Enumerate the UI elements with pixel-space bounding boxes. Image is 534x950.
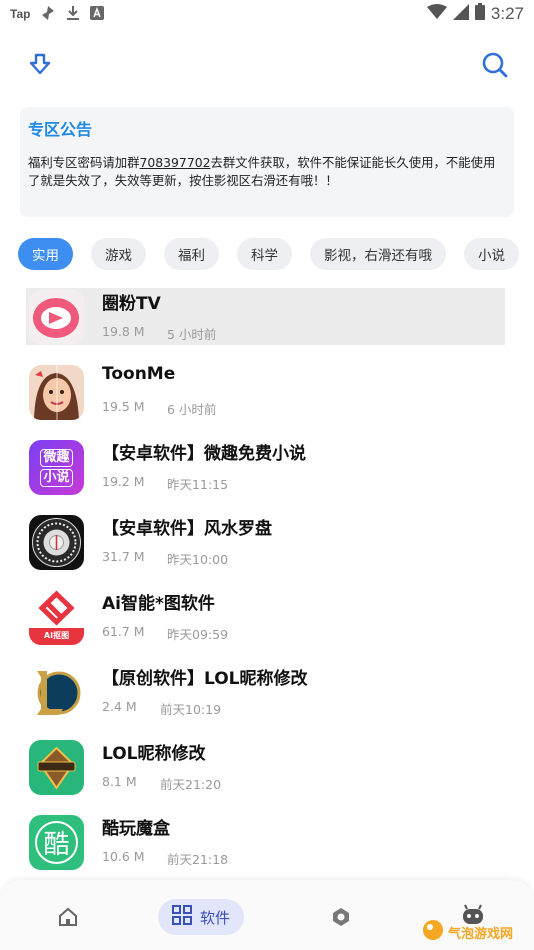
signal-icon: [452, 3, 469, 25]
app-time: 昨天10:00: [167, 552, 229, 567]
home-icon[interactable]: [57, 906, 79, 928]
bottom-nav: 软件 气泡游戏网: [0, 880, 534, 950]
app-size: 2.4 M: [102, 699, 137, 714]
list-item[interactable]: LOL昵称修改 8.1 M 前天21:20: [0, 738, 534, 813]
tab-practical[interactable]: 实用: [18, 238, 73, 270]
download-status-icon: [66, 5, 80, 24]
announcement-text-prefix: 福利专区密码请加群: [28, 155, 140, 170]
app-time: 前天21:20: [160, 777, 222, 792]
list-item[interactable]: 【原创软件】LOL昵称修改 2.4 M 前天10:19: [0, 663, 534, 738]
ai-icon-label: AI抠图: [43, 631, 70, 640]
kuwan-icon-glyph: 酷: [35, 821, 78, 864]
quanfen-tv-icon: [29, 290, 84, 345]
app-time: 5 小时前: [167, 327, 217, 342]
app-name: 圈粉TV: [102, 294, 161, 314]
group-number-link[interactable]: 708397702: [140, 155, 211, 170]
tab-welfare[interactable]: 福利: [164, 238, 219, 270]
app-time: 6 小时前: [167, 402, 217, 417]
tap-indicator: Tap: [10, 7, 31, 21]
app-size: 19.8 M: [102, 324, 145, 339]
watermark-logo: 气泡游戏网: [422, 918, 528, 946]
app-name: Ai智能*图软件: [102, 594, 215, 614]
discover-icon[interactable]: [330, 906, 352, 928]
announcement-title: 专区公告: [28, 120, 93, 139]
list-item[interactable]: 微趣 小说 【安卓软件】微趣免费小说 19.2 M 昨天11:15: [0, 438, 534, 513]
app-name: 【安卓软件】风水罗盘: [102, 519, 272, 539]
ai-cutout-icon: AI抠图: [29, 590, 84, 645]
weiqu-icon-text-2: 小说: [40, 468, 73, 487]
clock: 3:27: [490, 4, 524, 23]
announcement-body: 福利专区密码请加群708397702去群文件获取，软件不能保证能长久使用，不能使…: [28, 154, 506, 190]
app-size: 10.6 M: [102, 849, 145, 864]
app-name: 【安卓软件】微趣免费小说: [102, 444, 306, 464]
weiqu-novel-icon: 微趣 小说: [29, 440, 84, 495]
search-icon[interactable]: [480, 50, 510, 80]
top-toolbar: [0, 46, 534, 86]
category-tabs: 实用 游戏 福利 科学 影视，右滑还有哦 小说: [18, 238, 534, 270]
download-icon[interactable]: [26, 50, 54, 80]
app-size: 31.7 M: [102, 549, 145, 564]
grid-icon: [171, 905, 192, 929]
watermark-text: 气泡游戏网: [448, 926, 514, 942]
app-size: 61.7 M: [102, 624, 145, 639]
nav-software-tab[interactable]: 软件: [158, 899, 244, 935]
app-name: LOL昵称修改: [102, 744, 206, 764]
sync-icon: [40, 5, 56, 24]
kuwan-box-icon: 酷: [29, 815, 84, 870]
list-item[interactable]: ToonMe 19.5 M 6 小时前: [0, 363, 534, 438]
app-name: 酷玩魔盒: [102, 819, 170, 839]
app-size: 8.1 M: [102, 774, 137, 789]
tab-science[interactable]: 科学: [237, 238, 292, 270]
compass-icon: [29, 515, 84, 570]
app-time: 前天21:18: [167, 852, 229, 867]
announcement-card: 专区公告 福利专区密码请加群708397702去群文件获取，软件不能保证能长久使…: [20, 107, 514, 217]
bubble-logo-icon: [422, 919, 444, 945]
battery-icon: [474, 3, 485, 25]
nav-software-label: 软件: [199, 908, 230, 927]
app-time: 昨天09:59: [167, 627, 229, 642]
lol-badge-icon: [29, 740, 84, 795]
weiqu-icon-text-1: 微趣: [40, 448, 73, 467]
status-bar: Tap 3:27: [0, 0, 534, 28]
tab-games[interactable]: 游戏: [91, 238, 146, 270]
tab-video[interactable]: 影视，右滑还有哦: [310, 238, 446, 270]
list-item[interactable]: 【安卓软件】风水罗盘 31.7 M 昨天10:00: [0, 513, 534, 588]
toonme-icon: [29, 365, 84, 420]
app-time: 前天10:19: [160, 702, 222, 717]
tab-novels[interactable]: 小说: [464, 238, 519, 270]
lol-icon: [29, 665, 84, 720]
list-item[interactable]: 圈粉TV 19.8 M 5 小时前: [0, 288, 534, 363]
wifi-icon: [426, 3, 447, 25]
app-size: 19.2 M: [102, 474, 145, 489]
app-list: 圈粉TV 19.8 M 5 小时前 ToonMe 19.5 M 6 小时前 微趣…: [0, 288, 534, 888]
app-time: 昨天11:15: [167, 477, 229, 492]
list-item[interactable]: 酷 酷玩魔盒 10.6 M 前天21:18: [0, 813, 534, 888]
app-name: ToonMe: [102, 364, 176, 384]
app-a-icon: [90, 5, 105, 23]
app-name: 【原创软件】LOL昵称修改: [102, 669, 308, 689]
list-item[interactable]: AI抠图 Ai智能*图软件 61.7 M 昨天09:59: [0, 588, 534, 663]
app-size: 19.5 M: [102, 399, 145, 414]
